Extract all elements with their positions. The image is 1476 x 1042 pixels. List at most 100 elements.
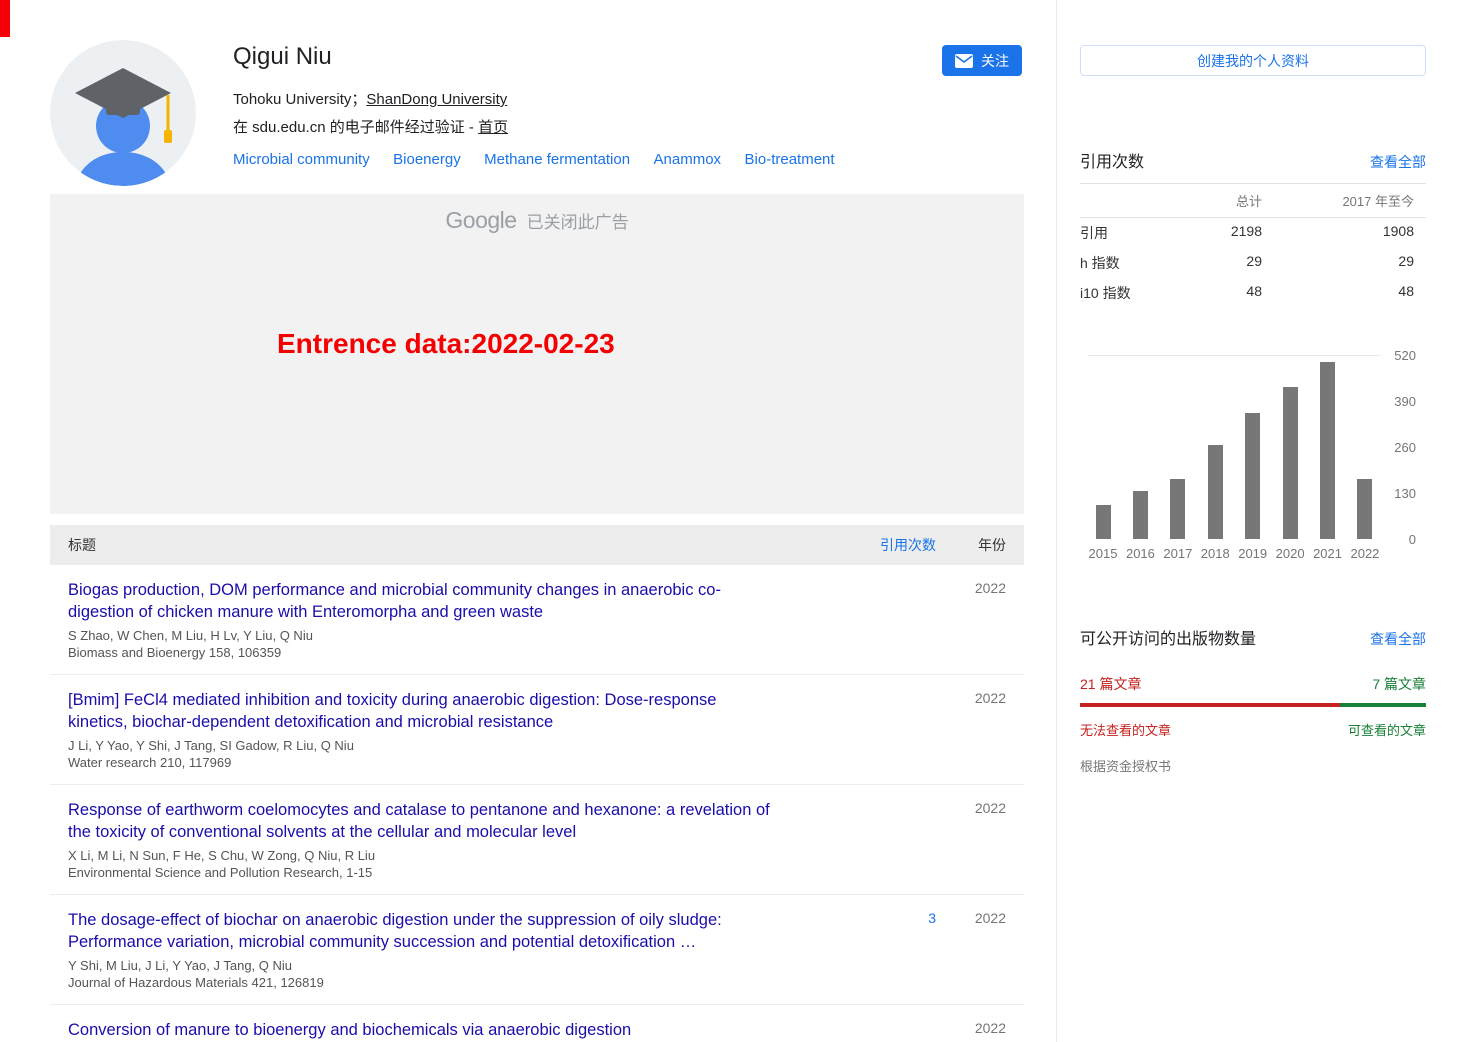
chart-year-label: 2019 xyxy=(1238,546,1267,561)
chart-column-2016[interactable]: 2016 xyxy=(1125,355,1155,539)
envelope-icon xyxy=(955,54,973,68)
chart-tick-label: 520 xyxy=(1394,348,1416,363)
interest-link-bioenergy[interactable]: Bioenergy xyxy=(393,151,461,168)
ad-header: Google已关闭此广告 xyxy=(50,194,1024,234)
chart-column-2017[interactable]: 2017 xyxy=(1163,355,1193,539)
citation-bar-2015[interactable] xyxy=(1096,505,1111,539)
affiliation-text: Tohoku University； xyxy=(233,91,366,108)
citation-bar-2022[interactable] xyxy=(1357,479,1372,539)
progress-unavailable-segment xyxy=(1080,703,1340,707)
public-access-progress-bar xyxy=(1080,703,1426,707)
stat-since: 29 xyxy=(1262,253,1414,273)
follow-button[interactable]: 关注 xyxy=(942,45,1022,76)
citation-chart-bars: 20152016 20172018 20192020 20212022 xyxy=(1088,355,1380,539)
graduation-cap-avatar-icon xyxy=(50,40,196,186)
stats-col-since-2017: 2017 年至今 xyxy=(1262,191,1414,210)
chart-column-2015[interactable]: 2015 xyxy=(1088,355,1118,539)
cited-by-section-header: 引用次数 查看全部 xyxy=(1080,148,1426,184)
cited-by-cell xyxy=(841,800,936,880)
article-cell: Response of earthworm coelomocytes and c… xyxy=(50,800,841,880)
stat-label: h 指数 xyxy=(1080,253,1172,273)
article-row: Response of earthworm coelomocytes and c… xyxy=(50,785,1024,895)
article-title-link[interactable]: Response of earthworm coelomocytes and c… xyxy=(68,800,773,844)
chart-column-2021[interactable]: 2021 xyxy=(1313,355,1343,539)
progress-available-segment xyxy=(1340,703,1427,707)
article-year: 2022 xyxy=(936,1020,1024,1042)
interest-link-anammox[interactable]: Anammox xyxy=(654,151,722,168)
article-year: 2022 xyxy=(936,580,1024,660)
funding-mandates-note: 根据资金授权书 xyxy=(1080,756,1426,775)
red-corner-mark xyxy=(0,0,10,37)
article-venue: Environmental Science and Pollution Rese… xyxy=(68,865,773,880)
citation-stats-table: 总计 2017 年至今 引用 2198 1908 h 指数 29 29 i10 … xyxy=(1080,184,1426,308)
citation-bar-2019[interactable] xyxy=(1245,413,1260,539)
article-venue: Biomass and Bioenergy 158, 106359 xyxy=(68,645,773,660)
article-authors: S Zhao, W Chen, M Liu, H Lv, Y Liu, Q Ni… xyxy=(68,628,773,643)
chart-tick-label: 130 xyxy=(1394,486,1416,501)
citation-bar-2017[interactable] xyxy=(1170,479,1185,539)
cited-by-count-link[interactable]: 3 xyxy=(928,910,936,926)
follow-button-label: 关注 xyxy=(981,51,1009,71)
ad-banner: Google已关闭此广告 Entrence data:2022-02-23 xyxy=(50,194,1024,514)
article-title-link[interactable]: [Bmim] FeCl4 mediated inhibition and tox… xyxy=(68,690,773,734)
content-divider xyxy=(1056,0,1057,1042)
citation-bar-2021[interactable] xyxy=(1320,362,1335,539)
citation-bar-2016[interactable] xyxy=(1133,491,1148,539)
stat-since: 1908 xyxy=(1262,223,1414,243)
column-header-cited-by[interactable]: 引用次数 xyxy=(841,535,936,555)
affiliation-line: Tohoku University；ShanDong University xyxy=(233,88,1024,109)
sidebar: 创建我的个人资料 引用次数 查看全部 总计 2017 年至今 引用 2198 1… xyxy=(1080,40,1426,775)
chart-column-2020[interactable]: 2020 xyxy=(1275,355,1305,539)
column-header-year[interactable]: 年份 xyxy=(936,535,1024,555)
entrance-date-annotation: Entrence data:2022-02-23 xyxy=(277,328,615,360)
stat-total: 48 xyxy=(1172,283,1262,303)
article-row: Conversion of manure to bioenergy and bi… xyxy=(50,1005,1024,1042)
stats-header-row: 总计 2017 年至今 xyxy=(1080,184,1426,218)
stat-total: 2198 xyxy=(1172,223,1262,243)
stats-header-spacer xyxy=(1080,191,1172,210)
column-header-title[interactable]: 标题 xyxy=(50,535,841,555)
interest-link-methane-fermentation[interactable]: Methane fermentation xyxy=(484,151,630,168)
chart-year-label: 2021 xyxy=(1313,546,1342,561)
affiliation-link[interactable]: ShanDong University xyxy=(366,91,507,108)
article-year: 2022 xyxy=(936,800,1024,880)
cited-by-title: 引用次数 xyxy=(1080,148,1144,172)
cited-by-view-all-link[interactable]: 查看全部 xyxy=(1370,152,1426,172)
cited-by-cell xyxy=(841,1020,936,1042)
article-title-link[interactable]: Conversion of manure to bioenergy and bi… xyxy=(68,1020,631,1042)
verified-email-line: 在 sdu.edu.cn 的电子邮件经过验证 - 首页 xyxy=(233,116,1024,137)
profile-info: Qigui Niu Tohoku University；ShanDong Uni… xyxy=(233,40,1024,169)
stats-row-i10-index: i10 指数 48 48 xyxy=(1080,278,1426,308)
article-row: The dosage-effect of biochar on anaerobi… xyxy=(50,895,1024,1005)
article-cell: Biogas production, DOM performance and m… xyxy=(50,580,841,660)
chart-year-label: 2022 xyxy=(1350,546,1379,561)
homepage-link[interactable]: 首页 xyxy=(478,119,508,136)
article-row: [Bmim] FeCl4 mediated inhibition and tox… xyxy=(50,675,1024,785)
chart-column-2022[interactable]: 2022 xyxy=(1350,355,1380,539)
interest-link-bio-treatment[interactable]: Bio-treatment xyxy=(745,151,835,168)
citation-bar-2018[interactable] xyxy=(1208,445,1223,539)
citation-bar-2020[interactable] xyxy=(1283,387,1298,539)
article-title-link[interactable]: The dosage-effect of biochar on anaerobi… xyxy=(68,910,773,954)
stat-label: 引用 xyxy=(1080,223,1172,243)
chart-year-label: 2018 xyxy=(1201,546,1230,561)
chart-column-2019[interactable]: 2019 xyxy=(1238,355,1268,539)
avatar[interactable] xyxy=(50,40,196,186)
stat-since: 48 xyxy=(1262,283,1414,303)
stat-label: i10 指数 xyxy=(1080,283,1172,303)
available-articles-label[interactable]: 可查看的文章 xyxy=(1348,720,1426,739)
article-title-link[interactable]: Biogas production, DOM performance and m… xyxy=(68,580,773,624)
available-articles-count: 7 篇文章 xyxy=(1372,674,1426,694)
article-authors: X Li, M Li, N Sun, F He, S Chu, W Zong, … xyxy=(68,848,773,863)
chart-tick-label: 390 xyxy=(1394,394,1416,409)
article-venue: Journal of Hazardous Materials 421, 1268… xyxy=(68,975,773,990)
chart-column-2018[interactable]: 2018 xyxy=(1200,355,1230,539)
public-access-section-header: 可公开访问的出版物数量 查看全部 xyxy=(1080,625,1426,649)
interests-list: Microbial community Bioenergy Methane fe… xyxy=(233,151,1024,169)
article-year: 2022 xyxy=(936,910,1024,990)
create-profile-button[interactable]: 创建我的个人资料 xyxy=(1080,45,1426,76)
articles-table-header: 标题 引用次数 年份 xyxy=(50,525,1024,565)
public-access-view-all-link[interactable]: 查看全部 xyxy=(1370,629,1426,649)
unavailable-articles-label[interactable]: 无法查看的文章 xyxy=(1080,720,1171,739)
interest-link-microbial-community[interactable]: Microbial community xyxy=(233,151,370,168)
